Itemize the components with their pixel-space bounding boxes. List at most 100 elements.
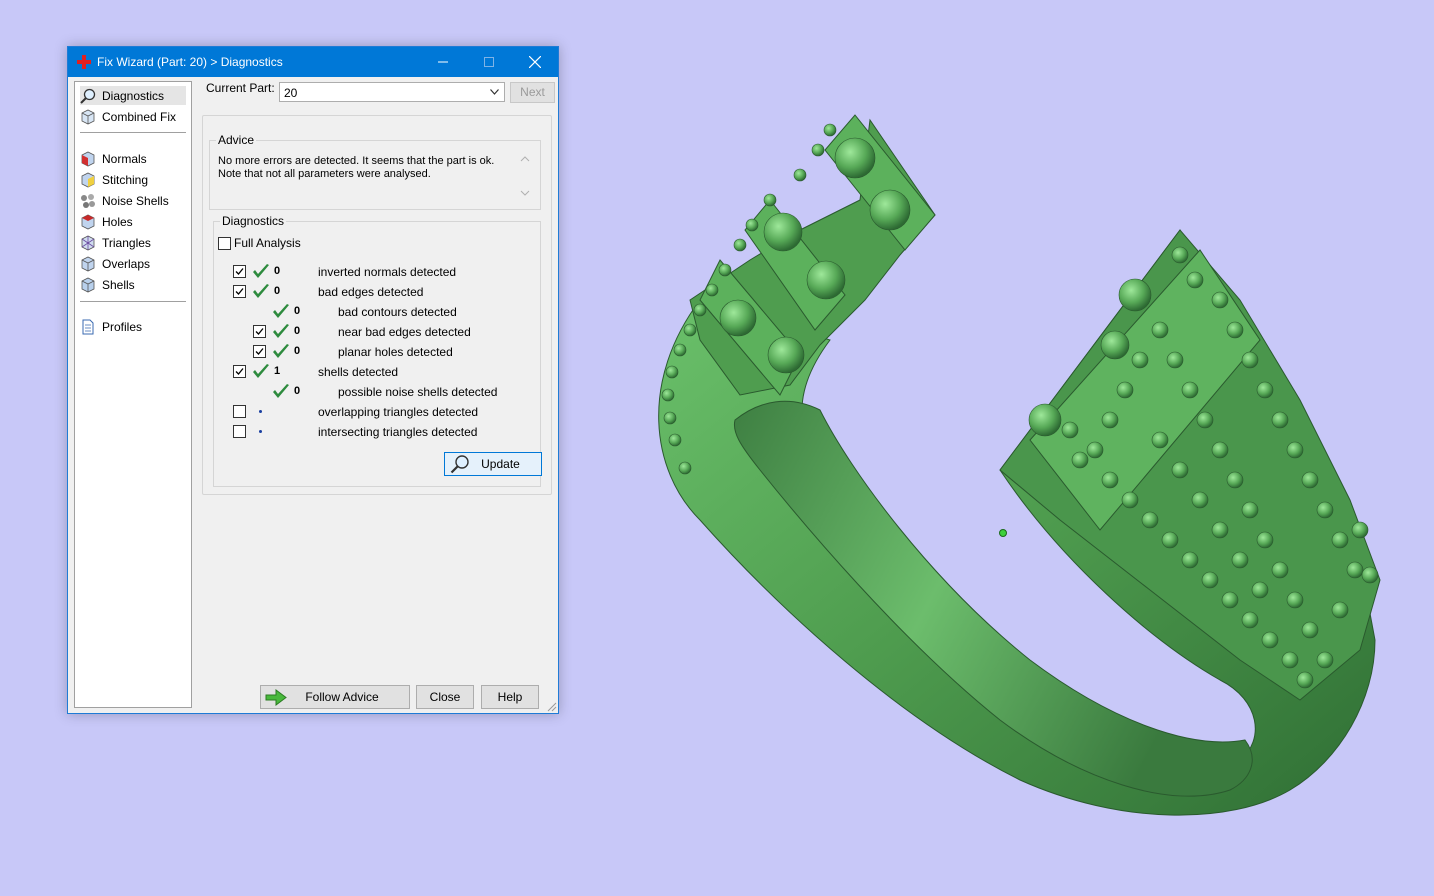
triangles-cube-icon [81,235,95,250]
row-label: bad edges detected [318,285,424,299]
shells-cube-icon [81,277,95,292]
row-checkbox[interactable] [233,285,246,298]
green-check-icon [273,384,289,398]
title-bar[interactable]: Fix Wizard (Part: 20) > Diagnostics [68,47,558,77]
row-checkbox[interactable] [233,425,246,438]
sidebar-item-label: Normals [102,151,147,166]
sidebar-item-triangles[interactable]: Triangles [80,233,186,252]
magnifier-icon [450,455,469,474]
diagnostic-row-near-bad-edges: 0 near bad edges detected [214,322,534,342]
pending-dot-icon [259,410,262,413]
green-check-icon [253,264,269,278]
advice-line: No more errors are detected. It seems th… [218,155,495,167]
sidebar-item-profiles[interactable]: Profiles [80,317,186,336]
sidebar-item-shells[interactable]: Shells [80,275,186,294]
row-label: overlapping triangles detected [318,405,479,419]
advice-title: Advice [216,133,257,147]
chevron-down-icon [490,89,499,95]
sidebar-item-normals[interactable]: Normals [80,149,186,168]
normals-cube-icon [81,151,95,166]
diagnostic-row-noise-shells: 0 possible noise shells detected [214,382,534,402]
current-part-label: Current Part: [206,81,275,95]
row-label: possible noise shells detected [338,385,498,399]
app-cross-icon [77,55,91,69]
stitching-cube-icon [81,172,95,187]
arrow-right-icon [265,689,287,706]
sidebar-divider [80,301,186,302]
pending-dot-icon [259,430,262,433]
sidebar-item-label: Overlaps [102,256,151,271]
close-icon [529,56,541,68]
diagnostic-row-planar-holes: 0 planar holes detected [214,342,534,362]
noise-shells-icon [81,193,95,208]
sidebar-item-label: Noise Shells [102,193,169,208]
sidebar-item-overlaps[interactable]: Overlaps [80,254,186,273]
diagnostic-row-shells: 1 shells detected [214,362,534,382]
current-part-dropdown[interactable]: 20 [279,82,505,102]
row-checkbox[interactable] [253,345,266,358]
advice-scrollbar[interactable] [518,153,532,199]
sidebar-item-stitching[interactable]: Stitching [80,170,186,189]
row-label: bad contours detected [338,305,457,319]
diagnostic-row-inverted-normals: 0 inverted normals detected [214,262,534,282]
row-checkbox[interactable] [253,325,266,338]
green-check-icon [253,284,269,298]
row-count: 0 [294,325,301,337]
row-label: shells detected [318,365,399,379]
update-label: Update [481,457,520,471]
cube-icon [81,109,95,124]
window-title: Fix Wizard (Part: 20) > Diagnostics [97,55,283,69]
sidebar-item-label: Combined Fix [102,109,177,124]
green-check-icon [253,364,269,378]
pivot-point-icon [999,529,1007,537]
row-count: 0 [294,345,301,357]
row-label: intersecting triangles detected [318,425,478,439]
advice-line: Note that not all parameters were analys… [218,168,431,180]
ring-model[interactable] [658,114,1381,816]
sidebar-item-label: Stitching [102,172,149,187]
sidebar-item-diagnostics[interactable]: Diagnostics [80,86,186,105]
holes-cube-icon [81,214,95,229]
help-button[interactable]: Help [481,685,539,709]
row-count: 0 [274,285,281,297]
close-button[interactable]: Close [416,685,474,709]
follow-advice-label: Follow Advice [305,690,379,704]
full-analysis-checkbox[interactable]: Full Analysis [218,236,301,250]
minimize-icon [438,61,448,63]
sidebar-item-noise-shells[interactable]: Noise Shells [80,191,186,210]
advice-text: No more errors are detected. It seems th… [218,155,508,181]
next-button[interactable]: Next [510,82,555,103]
diagnostic-row-bad-edges: 0 bad edges detected [214,282,534,302]
row-label: planar holes detected [338,345,453,359]
sidebar-item-label: Shells [102,277,135,292]
row-checkbox[interactable] [233,405,246,418]
maximize-button[interactable] [466,47,512,77]
current-part-value: 20 [284,86,298,100]
row-count: 0 [294,305,301,317]
fix-wizard-dialog: Fix Wizard (Part: 20) > Diagnostics Diag… [67,46,559,714]
row-checkbox[interactable] [233,365,246,378]
sidebar-item-label: Holes [102,214,133,229]
sidebar-item-holes[interactable]: Holes [80,212,186,231]
update-button[interactable]: Update [444,452,542,476]
full-analysis-label: Full Analysis [234,236,301,250]
diagnostics-group: Diagnostics Full Analysis 0 inverted nor… [213,214,542,487]
checkbox-icon [218,236,231,250]
green-check-icon [273,324,289,338]
follow-advice-button[interactable]: Follow Advice [260,685,410,709]
sidebar-item-label: Profiles [102,319,143,334]
row-label: near bad edges detected [338,325,471,339]
diagnostics-panel: Advice No more errors are detected. It s… [202,115,552,495]
maximize-icon [484,57,494,67]
close-window-button[interactable] [512,47,558,77]
diagnostics-title: Diagnostics [220,214,287,228]
row-label: inverted normals detected [318,265,457,279]
sidebar-item-combined-fix[interactable]: Combined Fix [80,107,186,126]
row-checkbox[interactable] [233,265,246,278]
diagnostic-row-overlapping-triangles: overlapping triangles detected [214,402,534,422]
row-count: 0 [294,385,301,397]
sidebar-item-label: Diagnostics [102,88,165,103]
minimize-button[interactable] [420,47,466,77]
green-check-icon [273,304,289,318]
resize-grip-icon[interactable] [545,700,557,712]
